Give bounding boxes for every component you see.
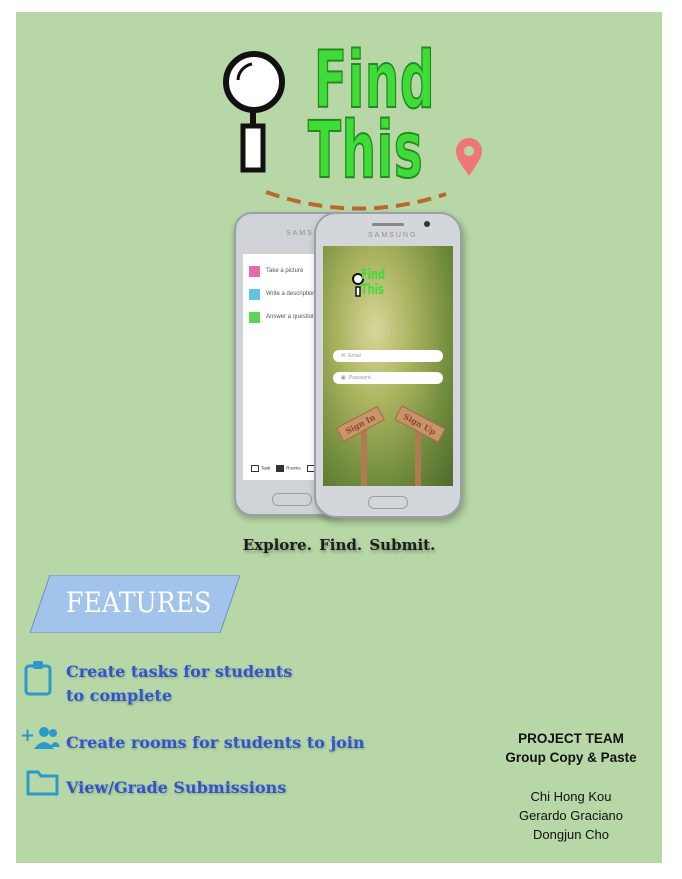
feature-create-rooms: Create rooms for students to join bbox=[66, 731, 365, 755]
tagline: Explore. Find. Submit. bbox=[242, 536, 436, 554]
task-option-question: Answer a question bbox=[249, 310, 315, 324]
mini-logo: Find This bbox=[361, 268, 385, 298]
lock-icon: ▣ bbox=[341, 375, 346, 381]
task-option-label: Take a picture bbox=[266, 268, 304, 274]
mail-icon: ✉ bbox=[341, 353, 346, 359]
team-heading: PROJECT TEAM bbox=[518, 731, 624, 746]
home-button bbox=[368, 496, 408, 509]
feature-text: to complete bbox=[66, 686, 172, 705]
add-people-icon: + bbox=[20, 725, 60, 749]
team-member: Dongjun Cho bbox=[533, 827, 609, 842]
email-placeholder: Email bbox=[348, 353, 361, 359]
feature-create-tasks: Create tasks for students to complete bbox=[66, 660, 292, 708]
login-screen: Find This ✉ Email ▣ Password Sign In Sig… bbox=[323, 246, 453, 486]
feature-text: View/Grade Submissions bbox=[66, 778, 287, 797]
poster: Find This SAMSUNG Take a picture Write a… bbox=[16, 12, 662, 863]
phone-camera bbox=[424, 221, 430, 227]
task-option-label: Answer a question bbox=[266, 314, 316, 320]
phone-mockup-front: SAMSUNG Find This ✉ Email ▣ Password Sig… bbox=[314, 212, 462, 518]
home-button bbox=[272, 493, 312, 506]
project-team: PROJECT TEAM Group Copy & Paste Chi Hong… bbox=[486, 729, 656, 844]
phone-brand: SAMSUNG bbox=[368, 232, 418, 239]
feature-text: Create rooms for students to join bbox=[66, 733, 365, 752]
logo-this-text: This bbox=[307, 106, 424, 196]
email-field: ✉ Email bbox=[333, 350, 443, 362]
team-group-name: Group Copy & Paste bbox=[505, 750, 637, 765]
tab-task: Task bbox=[251, 465, 270, 472]
svg-text:+: + bbox=[20, 725, 35, 746]
feature-view-submissions: View/Grade Submissions bbox=[66, 776, 286, 800]
team-member: Chi Hong Kou bbox=[530, 789, 612, 804]
password-placeholder: Password bbox=[348, 375, 371, 381]
feature-text: Create tasks for students bbox=[66, 662, 293, 681]
features-heading: FEATURES bbox=[66, 586, 212, 619]
pencil-icon bbox=[249, 288, 260, 300]
task-option-picture: Take a picture bbox=[249, 264, 303, 278]
task-option-label: Write a description bbox=[266, 291, 316, 297]
camera-icon bbox=[249, 265, 260, 277]
chat-icon bbox=[249, 311, 260, 323]
mini-logo-this: This bbox=[361, 282, 384, 298]
password-field: ▣ Password bbox=[333, 372, 443, 384]
tab-rooms: Rooms bbox=[276, 465, 301, 472]
find-this-logo: Find This bbox=[216, 41, 486, 232]
task-option-description: Write a description bbox=[249, 287, 316, 301]
clipboard-icon bbox=[24, 661, 52, 696]
features-banner: FEATURES bbox=[30, 575, 240, 633]
location-pin-icon bbox=[456, 138, 482, 176]
phone-speaker bbox=[372, 223, 404, 226]
folder-icon bbox=[26, 770, 59, 796]
mini-logo-find: Find bbox=[361, 267, 386, 283]
team-member: Gerardo Graciano bbox=[518, 808, 624, 823]
